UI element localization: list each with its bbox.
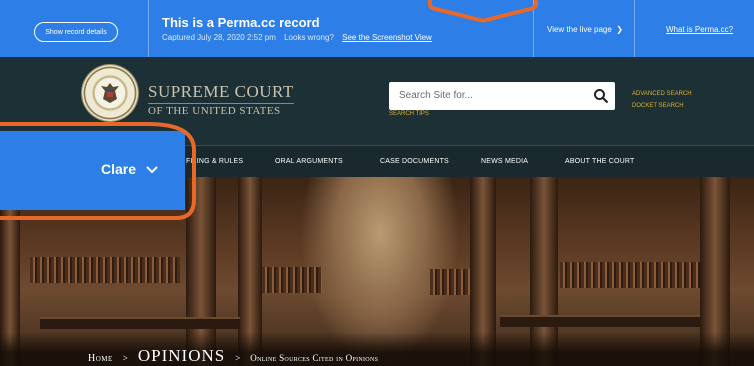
- chevron-right-icon: ❯: [614, 25, 623, 34]
- bookshelf: [560, 262, 700, 288]
- perma-title: This is a Perma.cc record: [162, 15, 320, 30]
- callout-highlight-box: [0, 122, 196, 220]
- advanced-search-links: ADVANCED SEARCH DOCKET SEARCH: [632, 88, 692, 112]
- breadcrumb-separator: >: [122, 353, 128, 363]
- what-is-perma-link[interactable]: What is Perma.cc?: [666, 25, 733, 34]
- site-search-box[interactable]: Search Site for...: [389, 82, 615, 110]
- breadcrumb-home-link[interactable]: Home: [88, 353, 113, 364]
- reading-table: [40, 317, 240, 329]
- eagle-icon: [101, 83, 119, 103]
- breadcrumb-current-page: Online Sources Cited in Opinions: [250, 353, 379, 363]
- bookshelf: [430, 269, 470, 295]
- search-tips-link[interactable]: SEARCH TIPS: [389, 111, 429, 117]
- looks-wrong-text: Looks wrong?: [284, 33, 334, 42]
- bookshelf: [30, 257, 180, 283]
- view-live-page-link[interactable]: View the live page ❯: [547, 25, 623, 34]
- breadcrumb-opinions-link[interactable]: OPINIONS: [138, 346, 225, 365]
- nav-item-news-media[interactable]: NEWS MEDIA: [481, 158, 528, 165]
- captured-date: Captured July 28, 2020 2:52 pm: [162, 33, 276, 42]
- nav-item-about-the-court[interactable]: ABOUT THE COURT: [565, 158, 635, 165]
- view-live-page-label: View the live page: [547, 25, 612, 34]
- docket-search-link[interactable]: DOCKET SEARCH: [632, 100, 692, 112]
- breadcrumb: Home > OPINIONS > Online Sources Cited i…: [88, 346, 378, 366]
- reading-table: [500, 315, 700, 327]
- show-record-details-button[interactable]: Show record details: [34, 22, 118, 42]
- court-name-line1: SUPREME COURT: [148, 82, 294, 101]
- nav-item-oral-arguments[interactable]: ORAL ARGUMENTS: [275, 158, 343, 165]
- perma-banner: Show record details This is a Perma.cc r…: [0, 0, 754, 57]
- breadcrumb-separator: >: [235, 353, 241, 363]
- divider: [148, 0, 149, 57]
- nav-item-case-documents[interactable]: CASE DOCUMENTS: [380, 158, 449, 165]
- callout-arrow-pointer: [428, 0, 538, 23]
- perma-captured-line: Captured July 28, 2020 2:52 pm Looks wro…: [162, 33, 432, 42]
- advanced-search-link[interactable]: ADVANCED SEARCH: [632, 88, 692, 100]
- search-icon[interactable]: [593, 88, 609, 104]
- search-input[interactable]: Search Site for...: [399, 90, 473, 101]
- bookshelf: [262, 267, 322, 293]
- divider: [634, 0, 635, 57]
- screenshot-view-link[interactable]: See the Screenshot View: [342, 33, 432, 42]
